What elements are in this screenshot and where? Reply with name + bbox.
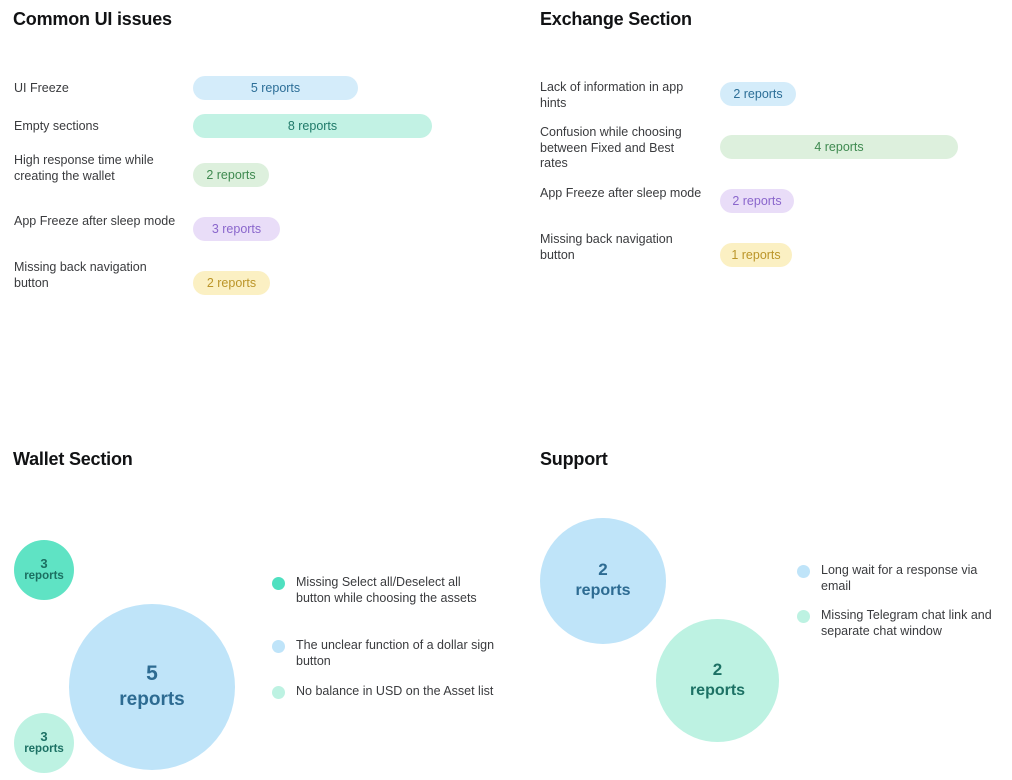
bubble-unit: reports [575, 582, 631, 600]
bubble-value: 3 [40, 728, 48, 744]
bar-pill-value[interactable]: 2 reports [193, 271, 270, 295]
section-title-common-ui-issues: Common UI issues [13, 9, 172, 29]
legend-label: Missing Select all/Deselect all button w… [296, 575, 477, 605]
bar-label: Empty sections [14, 119, 99, 133]
bar-pill-value[interactable]: 2 reports [720, 82, 796, 106]
bar-label: App Freeze after sleep mode [14, 214, 176, 228]
section-title-wallet-section: Wallet Section [13, 449, 133, 469]
legend-item[interactable]: Missing Select all/Deselect all button w… [272, 575, 497, 606]
bar-label: Lack of information in app hints [540, 80, 684, 110]
legend-color-swatch-icon [797, 565, 810, 578]
bubble-unit: reports [119, 689, 185, 711]
bar-pill-value[interactable]: 8 reports [193, 114, 432, 138]
bar-label: Missing back navigation button [540, 232, 673, 262]
bar-label: High response time while creating the wa… [14, 153, 154, 183]
legend-label: The unclear function of a dollar sign bu… [296, 638, 495, 668]
bubble-support-2[interactable]: 2 reports [656, 619, 779, 742]
legend-color-swatch-icon [272, 640, 285, 653]
legend-label: No balance in USD on the Asset list [296, 684, 494, 698]
bubble-wallet-1[interactable]: 3 reports [14, 540, 74, 600]
section-title-support: Support [540, 449, 608, 469]
bubble-unit: reports [689, 681, 746, 699]
bubble-value: 3 [40, 555, 48, 571]
bubble-value: 2 [598, 560, 608, 580]
legend-color-swatch-icon [272, 686, 285, 699]
legend-color-swatch-icon [797, 610, 810, 623]
legend-label: Missing Telegram chat link and separate … [821, 608, 992, 638]
bubble-value: 2 [712, 659, 723, 679]
legend-item[interactable]: The unclear function of a dollar sign bu… [272, 638, 497, 669]
bubble-support-1[interactable]: 2 reports [540, 518, 666, 644]
bar-pill-value[interactable]: 1 reports [720, 243, 792, 267]
section-title-exchange-section: Exchange Section [540, 9, 692, 29]
bubble-value: 5 [146, 662, 158, 686]
bubble-unit: reports [24, 743, 64, 756]
legend-item[interactable]: Long wait for a response via email [797, 563, 1007, 594]
bubble-wallet-2[interactable]: 5 reports [69, 604, 235, 770]
bar-pill-value[interactable]: 5 reports [193, 76, 358, 100]
bubble-unit: reports [24, 570, 64, 583]
bar-label: Missing back navigation button [14, 260, 147, 290]
bar-pill-value[interactable]: 4 reports [720, 135, 958, 159]
bar-label: UI Freeze [14, 81, 69, 95]
bar-pill-value[interactable]: 2 reports [720, 189, 794, 213]
bar-label: App Freeze after sleep mode [540, 186, 702, 200]
bar-pill-value[interactable]: 3 reports [193, 217, 280, 241]
infographic-canvas: Common UI issues UI Freeze 5 reports Emp… [0, 0, 1012, 780]
legend-item[interactable]: Missing Telegram chat link and separate … [797, 608, 1009, 639]
bar-pill-value[interactable]: 2 reports [193, 163, 269, 187]
legend-item[interactable]: No balance in USD on the Asset list [272, 684, 497, 700]
legend-color-swatch-icon [272, 577, 285, 590]
legend-label: Long wait for a response via email [821, 563, 978, 593]
bar-label: Confusion while choosing between Fixed a… [540, 125, 682, 170]
bubble-wallet-3[interactable]: 3 reports [14, 713, 74, 773]
